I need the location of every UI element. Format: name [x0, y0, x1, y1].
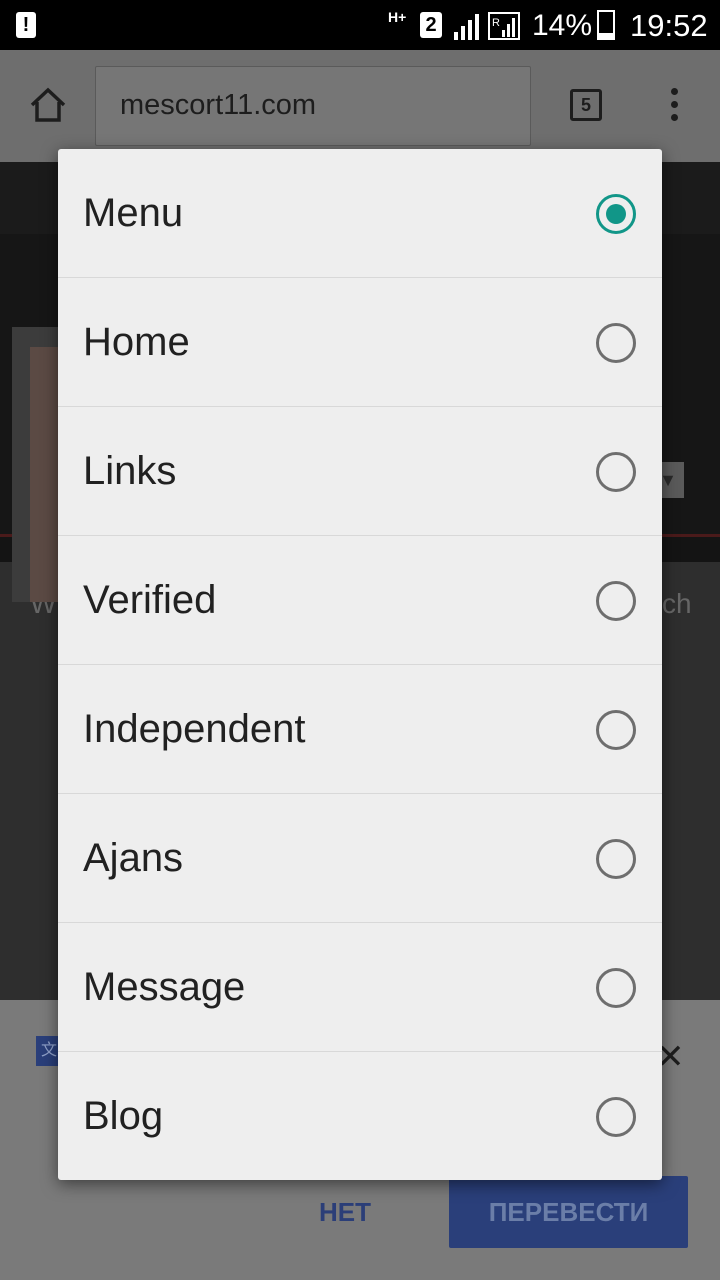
url-bar[interactable]: mescort11.com — [95, 66, 531, 146]
option-label: Menu — [83, 191, 184, 235]
option-label: Verified — [83, 578, 217, 622]
no-button[interactable]: НЕТ — [300, 1176, 390, 1248]
battery-percent: 14% — [532, 9, 593, 42]
browser-toolbar: mescort11.com 5 — [0, 50, 720, 162]
status-bar: ! H+ 2 R 14% 19:52 — [0, 0, 720, 50]
option-independent[interactable]: Independent — [58, 665, 662, 794]
option-links[interactable]: Links — [58, 407, 662, 536]
tab-switcher-button[interactable]: 5 — [570, 89, 602, 121]
option-verified[interactable]: Verified — [58, 536, 662, 665]
home-icon[interactable] — [28, 85, 68, 125]
option-label: Blog — [83, 1094, 164, 1138]
option-label: Home — [83, 320, 190, 364]
radio-button[interactable] — [596, 839, 636, 879]
radio-button[interactable] — [596, 323, 636, 363]
network-type-label: H+ — [388, 9, 407, 25]
radio-button[interactable] — [596, 581, 636, 621]
more-options-icon[interactable] — [668, 88, 680, 126]
radio-button-checked[interactable] — [596, 194, 636, 234]
option-home[interactable]: Home — [58, 278, 662, 407]
option-label: Independent — [83, 707, 306, 751]
radio-button[interactable] — [596, 968, 636, 1008]
signal-icon — [454, 14, 479, 40]
page-body-text-right: ch — [662, 588, 692, 619]
option-label: Message — [83, 965, 246, 1009]
radio-button[interactable] — [596, 452, 636, 492]
page-image — [30, 347, 58, 602]
radio-button[interactable] — [596, 1097, 636, 1137]
url-text: mescort11.com — [120, 89, 317, 121]
option-blog[interactable]: Blog — [58, 1052, 662, 1180]
warning-icon: ! — [16, 12, 36, 38]
svg-text:R: R — [492, 17, 500, 29]
clock: 19:52 — [630, 8, 708, 43]
option-ajans[interactable]: Ajans — [58, 794, 662, 923]
translate-button[interactable]: ПЕРЕВЕСТИ — [449, 1176, 688, 1248]
option-label: Links — [83, 449, 177, 493]
radio-button[interactable] — [596, 710, 636, 750]
sim-slot-icon: 2 — [420, 12, 442, 38]
option-message[interactable]: Message — [58, 923, 662, 1052]
roaming-signal-icon: R — [488, 12, 520, 40]
option-label: Ajans — [83, 836, 184, 880]
battery-icon — [597, 10, 615, 40]
option-menu[interactable]: Menu — [58, 149, 662, 278]
select-dialog: Menu Home Links Verified Independent Aja… — [58, 149, 662, 1180]
